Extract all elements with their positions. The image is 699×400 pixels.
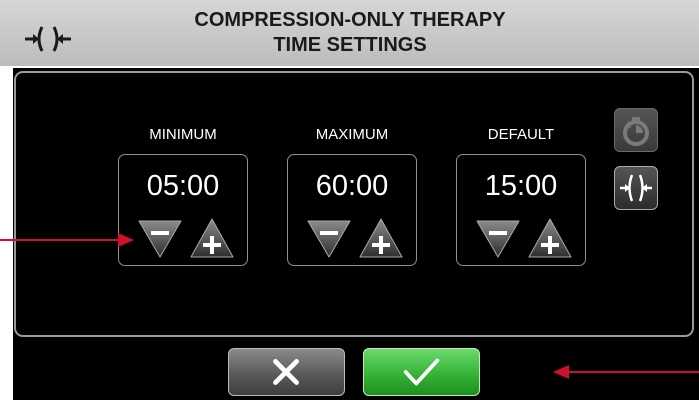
- maximum-value: 60:00: [315, 170, 389, 202]
- minimum-value: 05:00: [146, 170, 220, 202]
- default-value: 15:00: [484, 170, 558, 202]
- title-line-1: COMPRESSION-ONLY THERAPY: [194, 9, 506, 31]
- confirm-button[interactable]: [363, 348, 480, 396]
- maximum-setting: 60:00: [287, 154, 417, 266]
- cancel-button[interactable]: [228, 348, 345, 396]
- maximum-increase-button[interactable]: [358, 217, 404, 259]
- annotation-arrow-right: [553, 365, 699, 379]
- minimum-decrease-button[interactable]: [137, 217, 183, 259]
- compression-button[interactable]: [614, 166, 658, 210]
- minus-icon: [151, 231, 169, 235]
- check-icon: [403, 358, 440, 386]
- header-bar: COMPRESSION-ONLY THERAPY TIME SETTINGS: [0, 0, 699, 66]
- default-setting: 15:00: [456, 154, 586, 266]
- maximum-label: MAXIMUM: [315, 126, 389, 143]
- minimum-increase-button[interactable]: [189, 217, 235, 259]
- default-label: DEFAULT: [487, 126, 555, 143]
- title-line-2: TIME SETTINGS: [273, 34, 427, 56]
- compression-icon: [25, 26, 71, 52]
- timer-icon: [623, 117, 649, 146]
- maximum-decrease-button[interactable]: [306, 217, 352, 259]
- default-increase-button[interactable]: [527, 217, 573, 259]
- timer-button[interactable]: [614, 108, 658, 152]
- minimum-label: MINIMUM: [149, 126, 217, 143]
- close-icon: [273, 359, 299, 385]
- compression-icon: [620, 174, 652, 202]
- default-decrease-button[interactable]: [475, 217, 521, 259]
- annotation-arrow-left: [0, 233, 134, 247]
- page-title: COMPRESSION-ONLY THERAPY TIME SETTINGS: [150, 8, 550, 58]
